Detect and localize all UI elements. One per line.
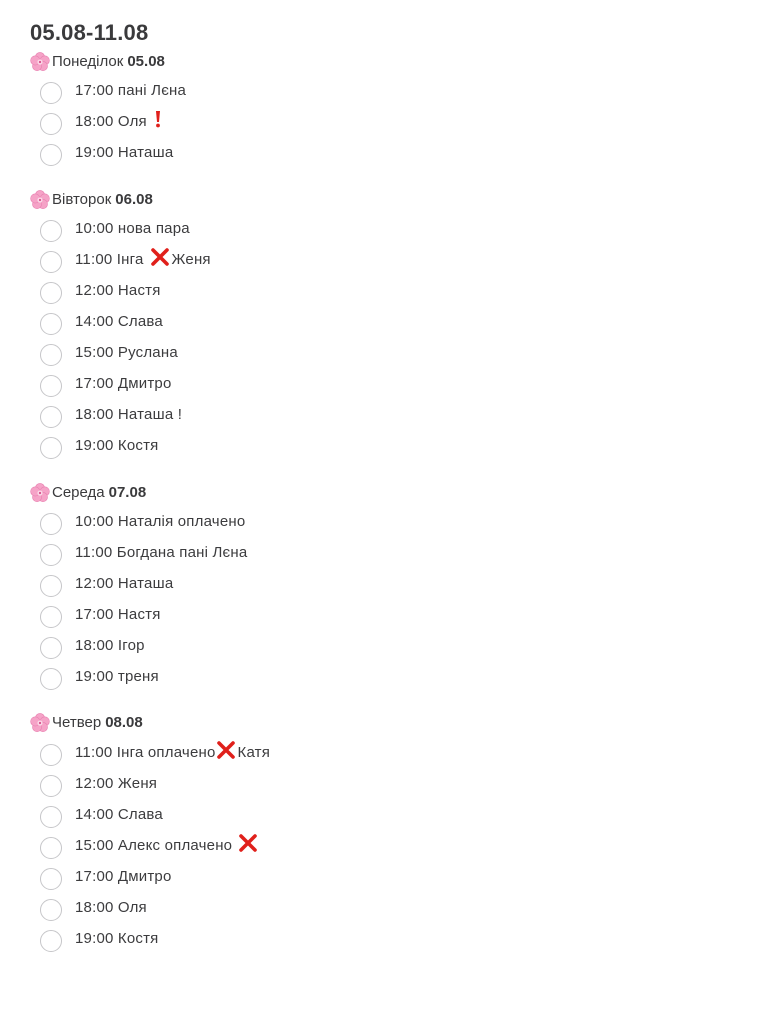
task-text: 17:00 Дмитро [75,867,172,885]
day-date: 06.08 [115,190,153,208]
task-text: 17:00 пані Лєна [75,81,187,99]
task-text: 15:00 Алекс оплачено [75,836,233,854]
checkbox[interactable] [40,375,62,397]
checklist-item[interactable]: 19:00 Костя [40,431,158,459]
checkbox[interactable] [40,806,62,828]
cherry-blossom-icon [30,713,50,732]
task-text: 17:00 Настя [75,605,161,623]
day-header-thursday: Четвер 08.08 [30,711,143,733]
checklist-item[interactable]: 12:00 Наташа [40,569,173,597]
day-name: Середа [52,483,105,501]
task-text: 19:00 треня [75,667,159,685]
checklist-item[interactable]: 12:00 Настя [40,276,161,304]
checklist-item[interactable]: 15:00 Руслана [40,338,178,366]
day-name: Вівторок [52,190,112,208]
checklist-item[interactable]: 18:00 Оля [40,893,147,921]
checkbox[interactable] [40,82,62,104]
cherry-blossom-icon [30,483,50,502]
checklist-item[interactable]: 19:00 треня [40,662,159,690]
cherry-blossom-icon [30,52,50,71]
task-text: 19:00 Костя [75,436,159,454]
checklist-item[interactable]: 18:00 Ігор [40,631,145,659]
checkbox[interactable] [40,837,62,859]
checklist-item[interactable]: 14:00 Слава [40,800,163,828]
checkbox[interactable] [40,144,62,166]
day-name: Четвер [52,713,102,731]
checkbox[interactable] [40,744,62,766]
task-text: 17:00 Дмитро [75,374,172,392]
checklist-item[interactable]: 10:00 Наталія оплачено [40,507,245,535]
task-text: 12:00 Наташа [75,574,174,592]
task-text: 10:00 нова пара [75,219,190,237]
task-text: 14:00 Слава [75,805,163,823]
day-header-wednesday: Середа 07.08 [30,481,146,503]
red-cross-icon [150,248,169,266]
task-text: 19:00 Наташа [75,143,174,161]
checkbox[interactable] [40,544,62,566]
checkbox[interactable] [40,930,62,952]
checkbox[interactable] [40,113,62,135]
checkbox[interactable] [40,668,62,690]
task-text: 19:00 Костя [75,929,159,947]
checklist-item[interactable]: 14:00 Слава [40,307,163,335]
checkbox[interactable] [40,575,62,597]
task-text: 18:00 Оля [75,112,147,130]
day-date: 05.08 [127,52,165,70]
red-cross-icon [239,834,258,852]
note-page: 05.08-11.08 Понеділок 05.08 17:00 пані Л… [0,0,768,1024]
checkbox[interactable] [40,406,62,428]
checklist-item[interactable]: 15:00 Алекс оплачено [40,831,258,859]
task-text: 18:00 Наташа ! [75,405,183,423]
checkbox[interactable] [40,344,62,366]
checkbox[interactable] [40,282,62,304]
day-header-tuesday: Вівторок 06.08 [30,188,153,210]
checklist-item[interactable]: 19:00 Костя [40,924,158,952]
task-text: 11:00 Богдана пані Лєна [75,543,248,561]
red-exclamation-icon [155,111,160,128]
task-text: 11:00 Інга оплачено [75,743,216,761]
day-date: 07.08 [108,483,147,501]
cherry-blossom-icon [30,190,50,209]
checklist-item[interactable]: 11:00 Інга Женя [40,245,211,273]
day-date: 08.08 [105,713,143,731]
task-text: 18:00 Ігор [75,636,145,654]
checkbox[interactable] [40,437,62,459]
checklist-item[interactable]: 19:00 Наташа [40,138,173,166]
checkbox[interactable] [40,899,62,921]
task-text: 18:00 Оля [75,898,147,916]
checklist-item[interactable]: 11:00 Богдана пані Лєна [40,538,247,566]
checklist-item[interactable]: 17:00 Дмитро [40,862,172,890]
checkbox[interactable] [40,606,62,628]
task-text: 15:00 Руслана [75,343,178,361]
task-text: 11:00 Інга [75,250,144,268]
checkbox[interactable] [40,868,62,890]
checklist-item[interactable]: 18:00 Оля [40,107,163,135]
task-text: 12:00 Настя [75,281,161,299]
checkbox[interactable] [40,220,62,242]
checkbox[interactable] [40,775,62,797]
checkbox[interactable] [40,251,62,273]
checklist-item[interactable]: 10:00 нова пара [40,214,190,242]
task-text: 10:00 Наталія оплачено [75,512,246,530]
checklist-item[interactable]: 17:00 пані Лєна [40,76,186,104]
day-name: Понеділок [52,52,124,70]
red-cross-icon [216,741,235,759]
task-text: 14:00 Слава [75,312,163,330]
note-title: 05.08-11.08 [30,20,149,45]
checkbox[interactable] [40,513,62,535]
task-text-after: Женя [171,250,211,268]
checklist-item[interactable]: 17:00 Настя [40,600,161,628]
checklist-item[interactable]: 11:00 Інга оплачено Катя [40,738,270,766]
day-header-monday: Понеділок 05.08 [30,50,165,72]
checklist-item[interactable]: 18:00 Наташа ! [40,400,182,428]
task-text-after: Катя [237,743,271,761]
checkbox[interactable] [40,313,62,335]
task-text: 12:00 Женя [75,774,158,792]
checklist-item[interactable]: 17:00 Дмитро [40,369,172,397]
checklist-item[interactable]: 12:00 Женя [40,769,157,797]
checkbox[interactable] [40,637,62,659]
